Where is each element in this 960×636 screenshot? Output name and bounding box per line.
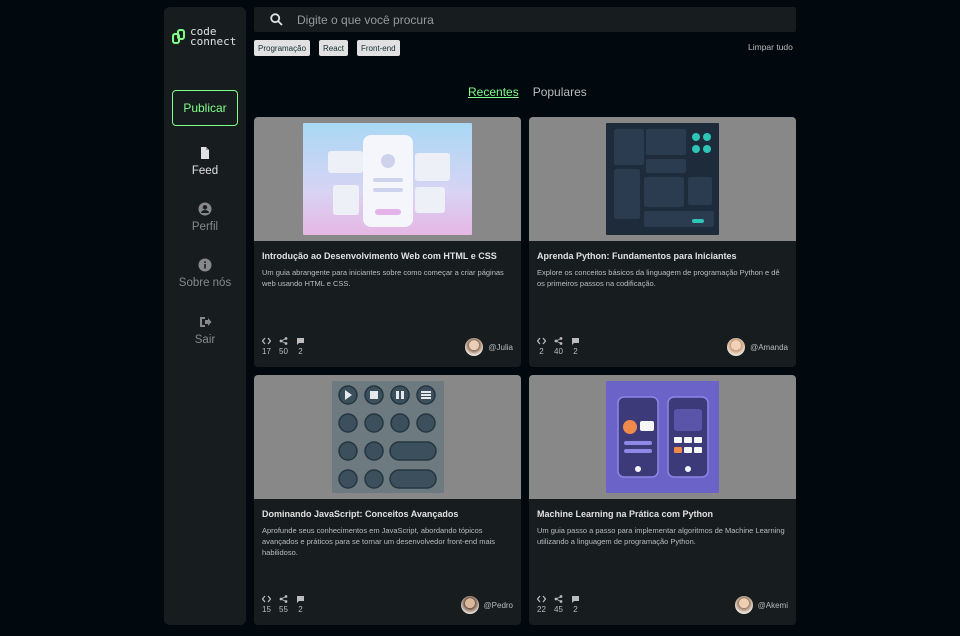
search-icon (270, 13, 283, 26)
code-icon (262, 595, 271, 603)
publish-button[interactable]: Publicar (172, 90, 238, 126)
post-author[interactable]: @Julia (465, 338, 513, 356)
comment-icon (297, 596, 304, 603)
post-author[interactable]: @Pedro (460, 596, 513, 614)
tag-programacao[interactable]: Programação (254, 40, 311, 56)
post-description: Um guia passo a passo para implementar a… (537, 526, 785, 546)
code-stat[interactable]: 22 (537, 595, 546, 614)
share-count: 40 (554, 347, 563, 356)
code-stat[interactable]: 2 (537, 337, 546, 356)
code-count: 15 (262, 605, 271, 614)
post-title: Aprenda Python: Fundamentos para Inician… (537, 251, 737, 261)
avatar (465, 338, 484, 356)
sidebar-item-sobre-nos[interactable]: Sobre nós (164, 258, 246, 289)
share-stat[interactable]: 40 (554, 337, 563, 356)
tab-populares[interactable]: Populares (533, 85, 587, 99)
post-author[interactable]: @Amanda (727, 338, 788, 356)
comment-stat[interactable]: 2 (296, 337, 305, 356)
comment-icon (297, 338, 304, 345)
post-thumbnail (606, 123, 719, 235)
clear-all-link[interactable]: Limpar tudo (748, 42, 793, 52)
post-card[interactable]: Machine Learning na Prática com Python U… (529, 375, 796, 625)
code-count: 22 (537, 605, 546, 614)
author-handle: @Julia (488, 342, 513, 352)
share-stat[interactable]: 45 (554, 595, 563, 614)
post-thumbnail (303, 123, 472, 235)
post-thumbnail (606, 381, 719, 493)
post-title: Introdução ao Desenvolvimento Web com HT… (262, 251, 497, 261)
share-icon (279, 337, 288, 345)
code-count: 2 (539, 347, 544, 356)
share-count: 50 (279, 347, 288, 356)
sidebar-item-label: Perfil (191, 221, 219, 233)
comment-count: 2 (573, 347, 578, 356)
comment-stat[interactable]: 2 (296, 595, 305, 614)
code-stat[interactable]: 17 (262, 337, 271, 356)
share-icon (554, 595, 563, 603)
comment-count: 2 (298, 605, 303, 614)
post-thumbnail (331, 381, 444, 493)
comment-icon (572, 596, 579, 603)
sidebar-item-feed[interactable]: Feed (164, 146, 246, 177)
post-card[interactable]: Dominando JavaScript: Conceitos Avançado… (254, 375, 521, 625)
code-icon (262, 337, 271, 345)
sidebar-item-sair[interactable]: Sair (164, 315, 246, 346)
logout-icon (200, 317, 212, 327)
code-icon (537, 595, 546, 603)
search-bar (254, 7, 796, 32)
code-stat[interactable]: 15 (262, 595, 271, 614)
comment-count: 2 (298, 347, 303, 356)
code-icon (537, 337, 546, 345)
post-description: Aprofunde seus conhecimentos em JavaScri… (262, 526, 496, 557)
author-handle: @Akemi (757, 600, 788, 610)
avatar (734, 596, 753, 614)
sidebar-item-label: Feed (191, 165, 219, 177)
tag-list: Programação React Front-end (254, 40, 400, 56)
tag-react[interactable]: React (319, 40, 348, 56)
sidebar: code connect Publicar Feed Perfil Sobre … (164, 7, 246, 625)
share-icon (279, 595, 288, 603)
share-count: 55 (279, 605, 288, 614)
avatar (727, 338, 746, 356)
sidebar-item-label: Sair (194, 334, 216, 346)
sidebar-item-label: Sobre nós (178, 277, 232, 289)
sidebar-item-perfil[interactable]: Perfil (164, 202, 246, 233)
share-icon (554, 337, 563, 345)
document-icon (201, 147, 209, 159)
post-title: Dominando JavaScript: Conceitos Avançado… (262, 509, 459, 519)
comment-icon (572, 338, 579, 345)
comment-count: 2 (573, 605, 578, 614)
logo-mark-icon (172, 29, 186, 45)
feed-tabs: Recentes Populares (468, 85, 587, 99)
author-handle: @Amanda (750, 342, 788, 352)
user-circle-icon (198, 202, 212, 216)
logo[interactable]: code connect (172, 26, 237, 48)
post-card[interactable]: Aprenda Python: Fundamentos para Inician… (529, 117, 796, 367)
post-description: Explore os conceitos básicos da linguage… (537, 268, 780, 288)
tab-recentes[interactable]: Recentes (468, 85, 519, 99)
post-author[interactable]: @Akemi (734, 596, 788, 614)
logo-line-connect: connect (190, 35, 237, 48)
info-icon (198, 258, 212, 272)
search-input[interactable] (297, 12, 777, 27)
author-handle: @Pedro (483, 600, 513, 610)
share-stat[interactable]: 55 (279, 595, 288, 614)
tag-front-end[interactable]: Front-end (356, 40, 400, 56)
post-title: Machine Learning na Prática com Python (537, 509, 714, 519)
share-stat[interactable]: 50 (279, 337, 288, 356)
post-description: Um guia abrangente para iniciantes sobre… (262, 268, 504, 288)
avatar (460, 596, 479, 614)
share-count: 45 (554, 605, 563, 614)
code-count: 17 (262, 347, 271, 356)
comment-stat[interactable]: 2 (571, 595, 580, 614)
comment-stat[interactable]: 2 (571, 337, 580, 356)
post-card[interactable]: Introdução ao Desenvolvimento Web com HT… (254, 117, 521, 367)
